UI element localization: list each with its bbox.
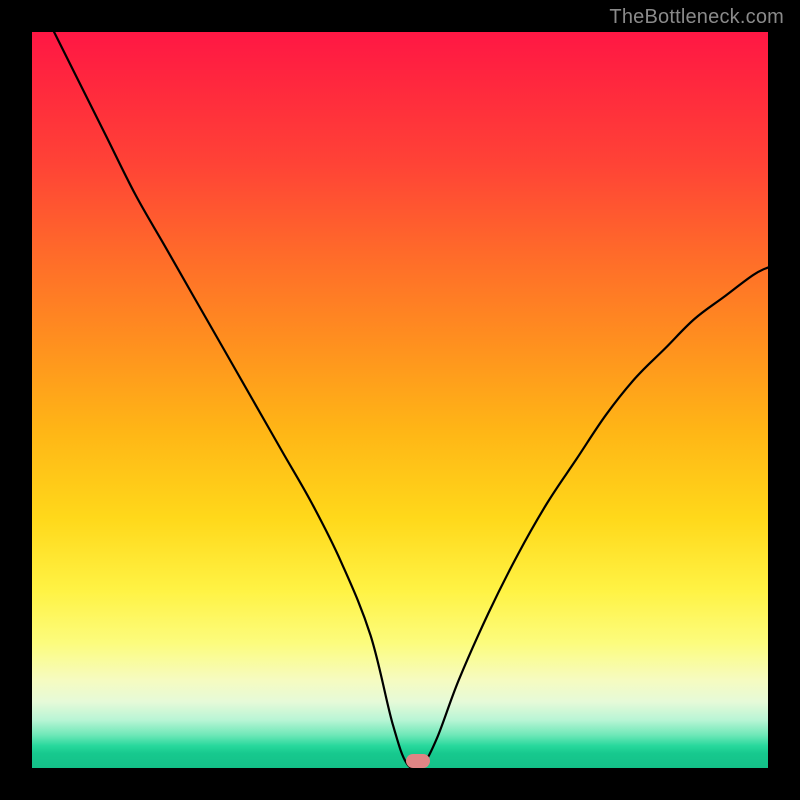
optimum-marker [406,754,430,768]
curve-svg [32,32,768,768]
bottleneck-curve [54,32,768,768]
watermark-text: TheBottleneck.com [609,6,784,29]
plot-area [32,32,768,768]
chart-stage: TheBottleneck.com [0,0,800,800]
